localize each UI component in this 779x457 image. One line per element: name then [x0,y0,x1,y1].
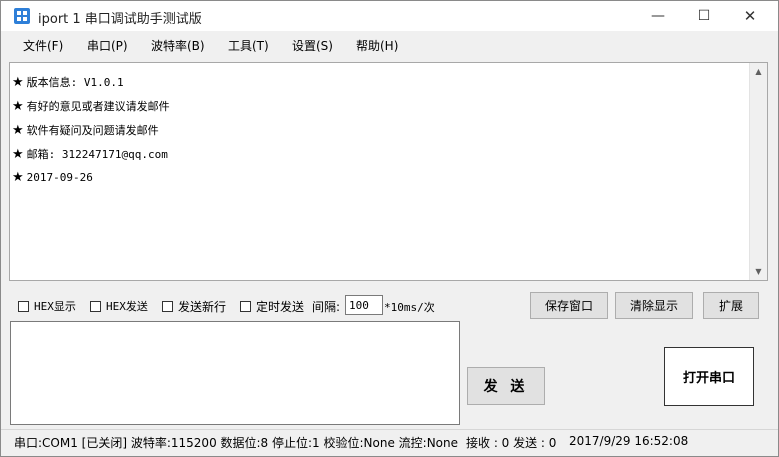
status-bar: 串口:COM1 [已关闭] 波特率:115200 数据位:8 停止位:1 校验位… [1,429,778,456]
menu-baudrate[interactable]: 波特率(B) [151,37,205,54]
menu-file[interactable]: 文件(F) [23,37,63,54]
rx-tx-counter: 接收 : 0 发送 : 0 [466,436,557,450]
checkbox-box[interactable] [162,301,173,312]
receive-line: ★ 软件有疑问及问题请发邮件 [12,123,159,138]
minimize-button[interactable]: — [635,1,681,31]
star-icon: ★ [12,75,24,90]
interval-label: 间隔: [312,300,341,314]
maximize-button[interactable]: ☐ [681,1,727,31]
interval-unit: *10ms/次 [384,301,435,314]
open-port-button[interactable]: 打开串口 [664,347,754,406]
close-button[interactable]: ✕ [727,1,773,31]
menu-settings[interactable]: 设置(S) [292,37,333,54]
receive-line: ★ 版本信息: V1.0.1 [12,75,124,90]
receive-line: ★ 有好的意见或者建议请发邮件 [12,99,170,114]
star-icon: ★ [12,99,24,114]
scroll-up-icon[interactable]: ▲ [750,63,767,80]
expand-button[interactable]: 扩展 [703,292,759,319]
menu-bar: 文件(F) 串口(P) 波特率(B) 工具(T) 设置(S) 帮助(H) [1,31,778,59]
interval-input[interactable] [345,295,383,315]
receive-textarea[interactable]: ★ 版本信息: V1.0.1 ★ 有好的意见或者建议请发邮件 ★ 软件有疑问及问题请发… [9,62,768,281]
send-button[interactable]: 发 送 [467,367,545,405]
checkbox-box[interactable] [90,300,101,312]
checkbox-box[interactable] [18,300,29,312]
hex-display-checkbox[interactable]: HEX显示 [18,298,76,314]
menu-help[interactable]: 帮助(H) [356,37,398,54]
checkbox-box[interactable] [240,301,251,312]
app-icon [14,8,30,24]
timed-send-checkbox[interactable]: 定时发送 [240,298,304,315]
menu-tools[interactable]: 工具(T) [228,37,269,54]
send-textarea[interactable] [10,321,460,425]
receive-line: ★ 邮箱: 312247171@qq.com [12,147,168,162]
receive-scrollbar[interactable]: ▲ ▼ [749,63,767,280]
menu-port[interactable]: 串口(P) [87,37,128,54]
save-window-button[interactable]: 保存窗口 [530,292,608,319]
star-icon: ★ [12,123,24,138]
title-bar[interactable]: iport 1 串口调试助手测试版 — ☐ ✕ [1,1,778,31]
app-window: iport 1 串口调试助手测试版 — ☐ ✕ 文件(F) 串口(P) 波特率(… [0,0,779,457]
status-datetime: 2017/9/29 16:52:08 [569,434,689,448]
port-status: 串口:COM1 [已关闭] 波特率:115200 数据位:8 停止位:1 校验位… [14,436,459,450]
hex-send-checkbox[interactable]: HEX发送 [90,298,148,314]
window-title: iport 1 串口调试助手测试版 [38,12,202,27]
star-icon: ★ [12,147,24,162]
receive-line: ★ 2017-09-26 [12,170,93,185]
star-icon: ★ [12,170,24,185]
scroll-down-icon[interactable]: ▼ [750,263,767,280]
send-newline-checkbox[interactable]: 发送新行 [162,298,226,315]
clear-display-button[interactable]: 清除显示 [615,292,693,319]
